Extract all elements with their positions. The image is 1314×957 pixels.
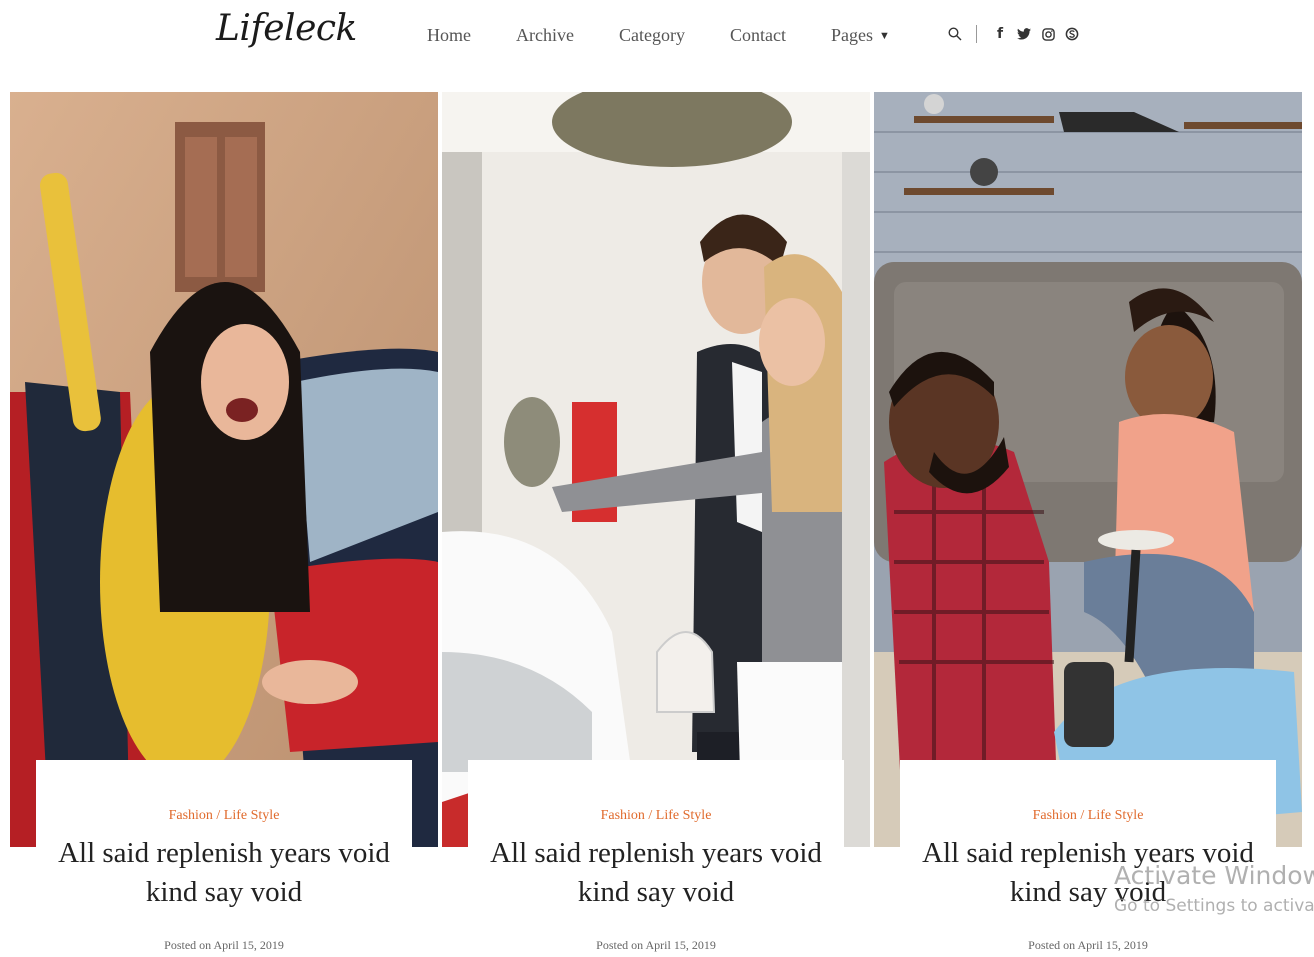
nav-home-label: Home [427,25,471,45]
nav-archive-label: Archive [516,25,574,45]
nav-home[interactable]: Home [427,25,471,46]
caret-down-icon: ▼ [878,29,890,42]
post-date: Posted on April 15, 2019 [1028,938,1148,952]
header-actions: f [946,24,1087,44]
main-nav: Home Archive Category Contact Pages ▼ [427,25,935,46]
post-category-link[interactable]: Fashion / Life Style [900,808,1276,824]
nav-category-label: Category [618,25,685,45]
instagram-icon[interactable] [1039,24,1057,44]
nav-archive[interactable]: Archive [516,25,574,46]
post-card-body: Fashion / Life Style All said replenish … [36,760,412,957]
twitter-icon[interactable] [1015,24,1033,44]
post-card-body: Fashion / Life Style All said replenish … [468,760,844,957]
skype-icon[interactable] [1063,24,1081,44]
post-title[interactable]: All said replenish years void kind say v… [468,834,844,912]
post-image-couple-showroom[interactable] [442,92,870,847]
nav-contact-label: Contact [729,25,786,45]
facebook-icon[interactable]: f [991,24,1009,44]
nav-pages[interactable]: Pages ▼ [831,25,890,46]
post-card[interactable]: Fashion / Life Style All said replenish … [442,92,870,957]
post-category-link[interactable]: Fashion / Life Style [36,808,412,824]
header-divider [976,25,977,43]
post-card[interactable]: Fashion / Life Style All said replenish … [10,92,438,957]
post-image-woman-car[interactable] [10,92,438,847]
site-header: Lifeleck Home Archive Category Contact P… [0,0,1314,80]
post-date: Posted on April 15, 2019 [164,938,284,952]
post-card-body: Fashion / Life Style All said replenish … [900,760,1276,957]
nav-contact[interactable]: Contact [730,25,786,46]
nav-pages-label: Pages [830,25,873,45]
post-title[interactable]: All said replenish years void kind say v… [36,834,412,912]
post-image-father-son[interactable] [874,92,1302,847]
nav-category[interactable]: Category [619,25,685,46]
post-card[interactable]: Fashion / Life Style All said replenish … [874,92,1302,957]
post-title[interactable]: All said replenish years void kind say v… [900,834,1276,912]
post-date: Posted on April 15, 2019 [596,938,716,952]
site-logo[interactable]: Lifeleck [216,8,357,49]
post-category-link[interactable]: Fashion / Life Style [468,808,844,824]
search-icon[interactable] [946,24,964,44]
